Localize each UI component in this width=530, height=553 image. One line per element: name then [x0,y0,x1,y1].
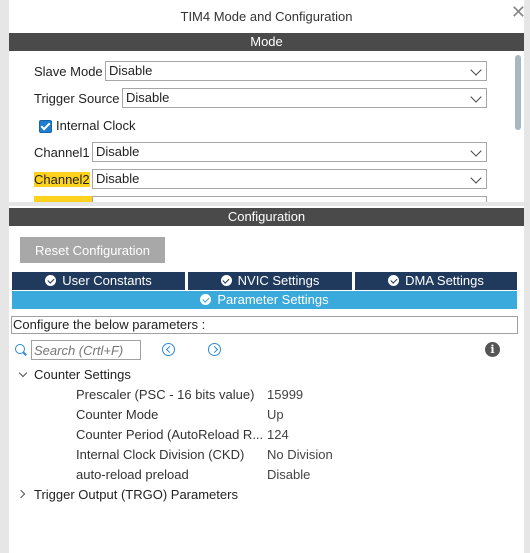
mode-scrollbar[interactable] [515,55,521,195]
search-input[interactable] [31,340,141,360]
param-name: Counter Mode [76,407,159,422]
tab-label: DMA Settings [405,273,484,288]
param-name: auto-reload preload [76,467,189,482]
channel2-select[interactable]: Disable [92,169,487,189]
tab-label: Parameter Settings [217,292,329,307]
slave-mode-value: Disable [109,63,153,78]
param-value[interactable]: 15999 [267,387,303,402]
window-title: TIM4 Mode and Configuration [180,9,353,24]
channel2-value: Disable [96,171,140,186]
channel1-value: Disable [96,144,140,159]
tab-label: NVIC Settings [237,273,320,288]
trigger-source-value: Disable [126,90,170,105]
mode-panel: TIM4 Mode and Configuration ✕ Mode Slave… [9,0,524,202]
configuration-panel: Configuration Reset Configuration User C… [9,206,524,553]
window-frame-left [0,0,9,553]
info-icon[interactable]: i [485,342,500,357]
param-name: Counter Period (AutoReload R... [76,427,264,442]
collapse-chevron-icon[interactable] [16,489,26,499]
tab-nvic-settings[interactable]: NVIC Settings [188,272,352,290]
channel2-label: Channel2 [34,172,90,187]
reset-configuration-button[interactable]: Reset Configuration [20,237,165,263]
group-trigger-output[interactable]: Trigger Output (TRGO) Parameters [34,487,238,502]
mode-scrollbar-thumb[interactable] [515,55,521,130]
param-name: Internal Clock Division (CKD) [76,447,245,462]
param-value[interactable]: 124 [267,427,289,442]
channel1-label: Channel1 [34,145,90,160]
param-value[interactable]: Up [267,407,284,422]
window-frame-right [524,0,530,553]
check-circle-icon [45,275,57,286]
expand-chevron-icon[interactable] [18,368,28,378]
check-circle-icon [388,275,400,286]
chevron-down-icon [470,145,482,157]
check-circle-icon [220,275,232,286]
param-name: Prescaler (PSC - 16 bits value) [76,387,255,402]
close-icon[interactable]: ✕ [511,2,524,23]
chevron-down-icon [470,91,482,103]
search-icon [15,344,25,354]
internal-clock-label: Internal Clock [56,118,136,133]
tab-user-constants[interactable]: User Constants [12,272,185,290]
mode-section-header: Mode [9,33,524,51]
group-counter-settings[interactable]: Counter Settings [34,367,131,382]
chevron-down-icon [470,64,482,76]
param-value[interactable]: Disable [267,467,310,482]
configuration-section-header: Configuration [9,208,524,226]
slave-mode-label: Slave Mode [34,64,103,79]
chevron-down-icon [470,172,482,184]
tab-dma-settings[interactable]: DMA Settings [355,272,517,290]
check-circle-icon [200,294,212,305]
param-value[interactable]: No Division [267,447,333,462]
tab-parameter-settings[interactable]: Parameter Settings [12,291,517,309]
tab-label: User Constants [62,273,152,288]
channel3-label-partial [34,196,92,202]
channel3-select-partial[interactable] [92,196,487,202]
internal-clock-checkbox[interactable] [39,120,52,133]
trigger-source-label: Trigger Source [34,91,120,106]
channel1-select[interactable]: Disable [92,142,487,162]
trigger-source-select[interactable]: Disable [122,88,487,108]
slave-mode-select[interactable]: Disable [105,61,487,81]
parameters-description: Configure the below parameters : [11,316,518,334]
previous-result-icon[interactable] [162,343,175,356]
next-result-icon[interactable] [208,343,221,356]
